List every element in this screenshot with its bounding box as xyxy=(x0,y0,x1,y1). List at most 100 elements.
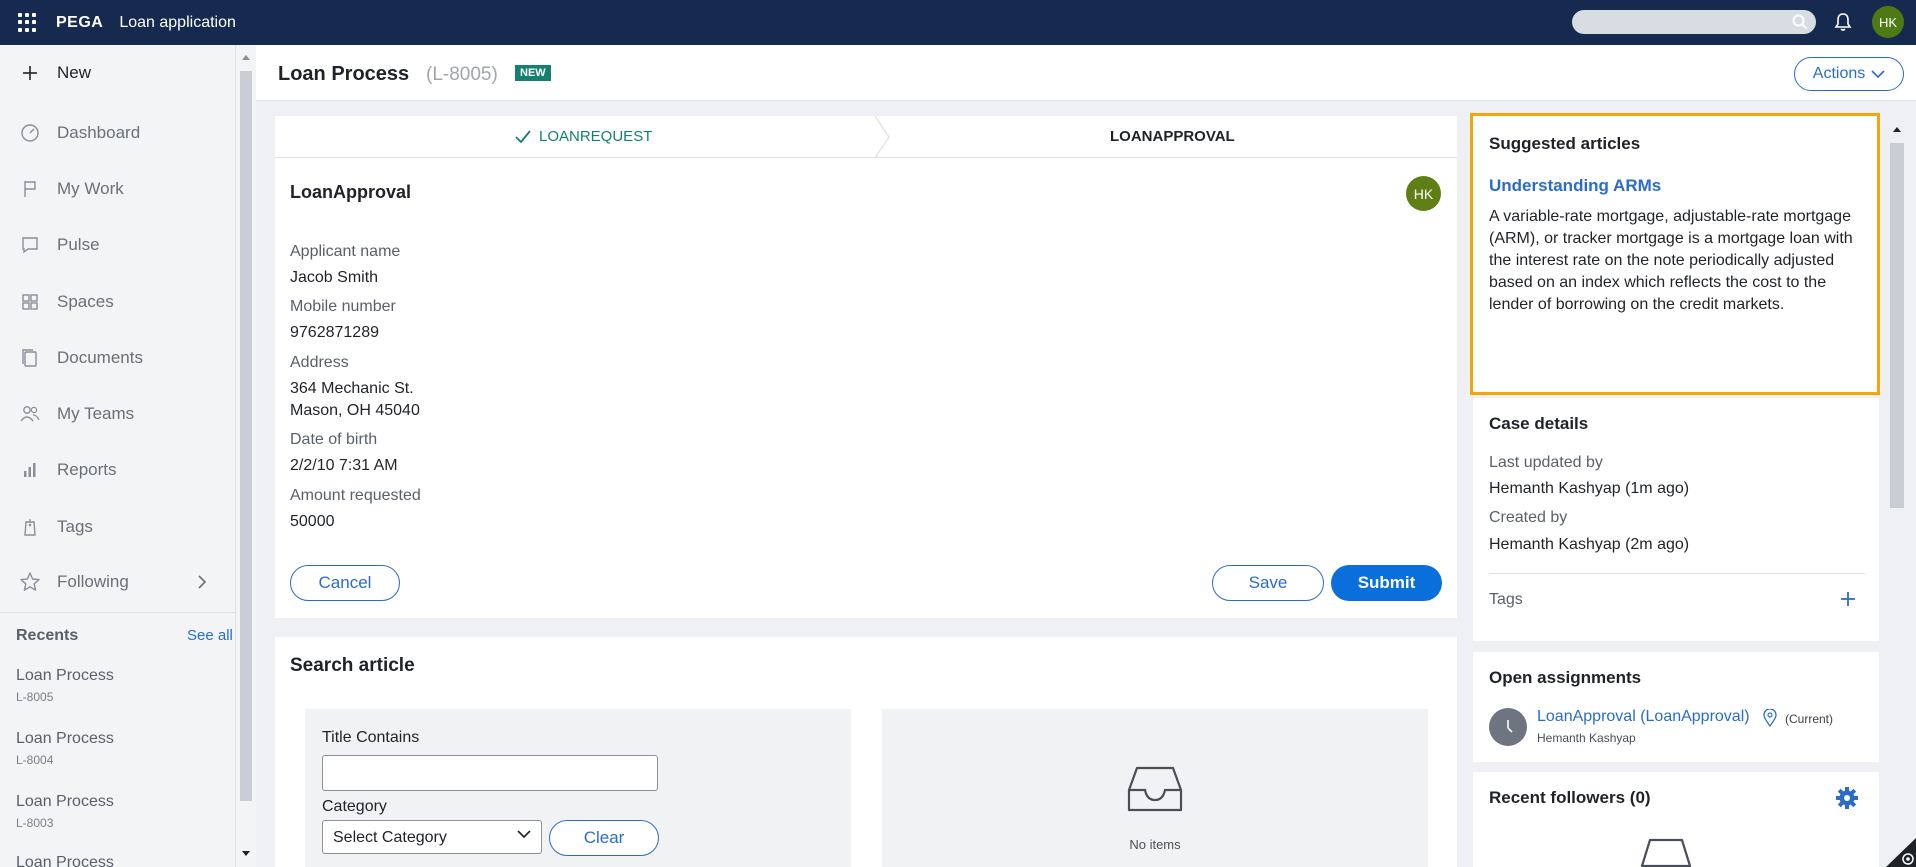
scrollbar-thumb[interactable] xyxy=(1890,143,1904,508)
top-bar: PEGA Loan application HK xyxy=(0,0,1916,45)
section-title: Search article xyxy=(290,655,415,676)
assignee-avatar: HK xyxy=(1406,176,1441,211)
results-panel: No items xyxy=(882,709,1428,867)
chevron-right-icon[interactable] xyxy=(197,574,207,590)
step-loanrequest[interactable]: LOANREQUEST xyxy=(515,128,652,145)
empty-followers-icon xyxy=(1640,838,1692,867)
recent-item[interactable]: Loan Process xyxy=(16,854,114,867)
sidebar-item-reports[interactable]: Reports xyxy=(0,450,236,490)
sidebar-scrollbar[interactable] xyxy=(236,45,256,867)
current-tag: (Current) xyxy=(1785,712,1834,726)
recent-item[interactable]: Loan Process L-8005 xyxy=(16,667,114,704)
dashboard-icon xyxy=(19,122,41,144)
recent-item[interactable]: Loan Process L-8004 xyxy=(16,730,114,767)
suggested-articles-panel: Suggested articles Understanding ARMs A … xyxy=(1470,113,1880,395)
sidebar-divider xyxy=(0,612,236,613)
followers-title-text: Recent followers xyxy=(1489,788,1626,807)
sidebar-item-pulse[interactable]: Pulse xyxy=(0,225,236,265)
address-line1: 364 Mechanic St. xyxy=(290,380,414,397)
applicant-name-label: Applicant name xyxy=(290,243,401,260)
settings-corner-icon[interactable] xyxy=(1876,838,1916,867)
gear-icon[interactable] xyxy=(1835,786,1859,810)
category-select[interactable]: Select Category xyxy=(322,820,542,854)
step-label: LOANREQUEST xyxy=(539,128,653,145)
people-icon xyxy=(19,403,41,425)
panel-title: Recent followers (0) xyxy=(1489,788,1651,808)
scroll-up-icon[interactable] xyxy=(241,53,251,61)
article-link[interactable]: Understanding ARMs xyxy=(1489,176,1661,196)
search-article-panel: Search article Title Contains Category S… xyxy=(275,637,1457,867)
sidebar-item-following[interactable]: Following xyxy=(0,562,236,602)
sidebar-item-new[interactable]: New xyxy=(0,53,236,93)
address-line2: Mason, OH 45040 xyxy=(290,402,420,419)
see-all-link[interactable]: See all xyxy=(187,627,233,644)
clear-button[interactable]: Clear xyxy=(549,820,659,856)
sidebar-item-label: Documents xyxy=(57,348,143,367)
divider xyxy=(1489,573,1865,574)
last-updated-value: Hemanth Kashyap (1m ago) xyxy=(1489,480,1690,497)
sidebar-item-dashboard[interactable]: Dashboard xyxy=(0,113,236,153)
user-avatar[interactable]: HK xyxy=(1872,6,1904,38)
filter-panel: Title Contains Category Select Category … xyxy=(305,709,851,867)
tag-icon xyxy=(19,516,41,538)
main-scrollbar[interactable] xyxy=(1888,113,1906,867)
add-tag-icon[interactable] xyxy=(1839,590,1857,608)
scroll-down-icon[interactable] xyxy=(241,850,251,858)
check-icon xyxy=(515,129,531,143)
case-header: Loan Process (L-8005) NEW Actions xyxy=(256,45,1916,101)
chevron-down-icon xyxy=(517,830,531,839)
step-separator xyxy=(874,116,890,158)
title-contains-input[interactable] xyxy=(322,755,658,791)
dob-label: Date of birth xyxy=(290,431,378,448)
scroll-up-icon[interactable] xyxy=(1892,125,1902,133)
document-icon xyxy=(19,347,41,369)
chat-icon xyxy=(19,234,41,256)
inbox-icon xyxy=(1127,766,1183,812)
app-title: Loan application xyxy=(119,13,236,31)
sidebar-item-my-teams[interactable]: My Teams xyxy=(0,394,236,434)
recent-title: Loan Process xyxy=(16,854,114,867)
brand-logo[interactable]: PEGA xyxy=(56,14,103,32)
tags-label: Tags xyxy=(1489,591,1523,608)
actions-label: Actions xyxy=(1812,65,1866,82)
assignment-link[interactable]: LoanApproval (LoanApproval) xyxy=(1537,708,1750,726)
global-search-input[interactable] xyxy=(1572,10,1816,34)
recent-title: Loan Process xyxy=(16,667,114,684)
search-icon[interactable] xyxy=(1792,14,1808,30)
submit-button[interactable]: Submit xyxy=(1331,565,1442,601)
flag-icon xyxy=(19,178,41,200)
sidebar-item-label: Following xyxy=(57,572,129,591)
mobile-number-label: Mobile number xyxy=(290,298,396,315)
assignee-name: Hemanth Kashyap xyxy=(1537,731,1636,745)
save-button[interactable]: Save xyxy=(1212,565,1324,601)
step-loanapproval[interactable]: LOANAPPROVAL xyxy=(1110,128,1235,145)
address-label: Address xyxy=(290,354,349,371)
sidebar-item-documents[interactable]: Documents xyxy=(0,338,236,378)
chevron-down-icon xyxy=(1871,69,1885,78)
amount-value: 50000 xyxy=(290,513,335,530)
cancel-button[interactable]: Cancel xyxy=(290,565,400,601)
apps-grid-icon[interactable] xyxy=(18,12,38,33)
last-updated-label: Last updated by xyxy=(1489,454,1603,471)
actions-button[interactable]: Actions xyxy=(1794,57,1904,91)
recent-item[interactable]: Loan Process L-8003 xyxy=(16,793,114,830)
dob-value: 2/2/10 7:31 AM xyxy=(290,457,398,474)
sidebar-item-tags[interactable]: Tags xyxy=(0,507,236,547)
sidebar-item-label: My Work xyxy=(57,179,124,198)
status-badge: NEW xyxy=(515,65,551,81)
sidebar-item-label: Pulse xyxy=(57,235,100,254)
clock-icon xyxy=(1489,708,1527,746)
sidebar-item-my-work[interactable]: My Work xyxy=(0,169,236,209)
title-contains-label: Title Contains xyxy=(322,729,420,746)
category-selected-value: Select Category xyxy=(333,829,447,846)
sidebar-item-label: My Teams xyxy=(57,404,135,423)
recent-followers-panel: Recent followers (0) xyxy=(1473,772,1879,867)
case-id: (L-8005) xyxy=(426,64,498,85)
case-details-panel: Case details Last updated by Hemanth Kas… xyxy=(1473,398,1879,641)
recents-title: Recents xyxy=(16,627,79,644)
scrollbar-thumb[interactable] xyxy=(240,71,252,801)
sidebar-item-label: Reports xyxy=(57,460,117,479)
sidebar-item-spaces[interactable]: Spaces xyxy=(0,282,236,322)
category-label: Category xyxy=(322,798,387,815)
bell-icon[interactable] xyxy=(1834,12,1852,32)
